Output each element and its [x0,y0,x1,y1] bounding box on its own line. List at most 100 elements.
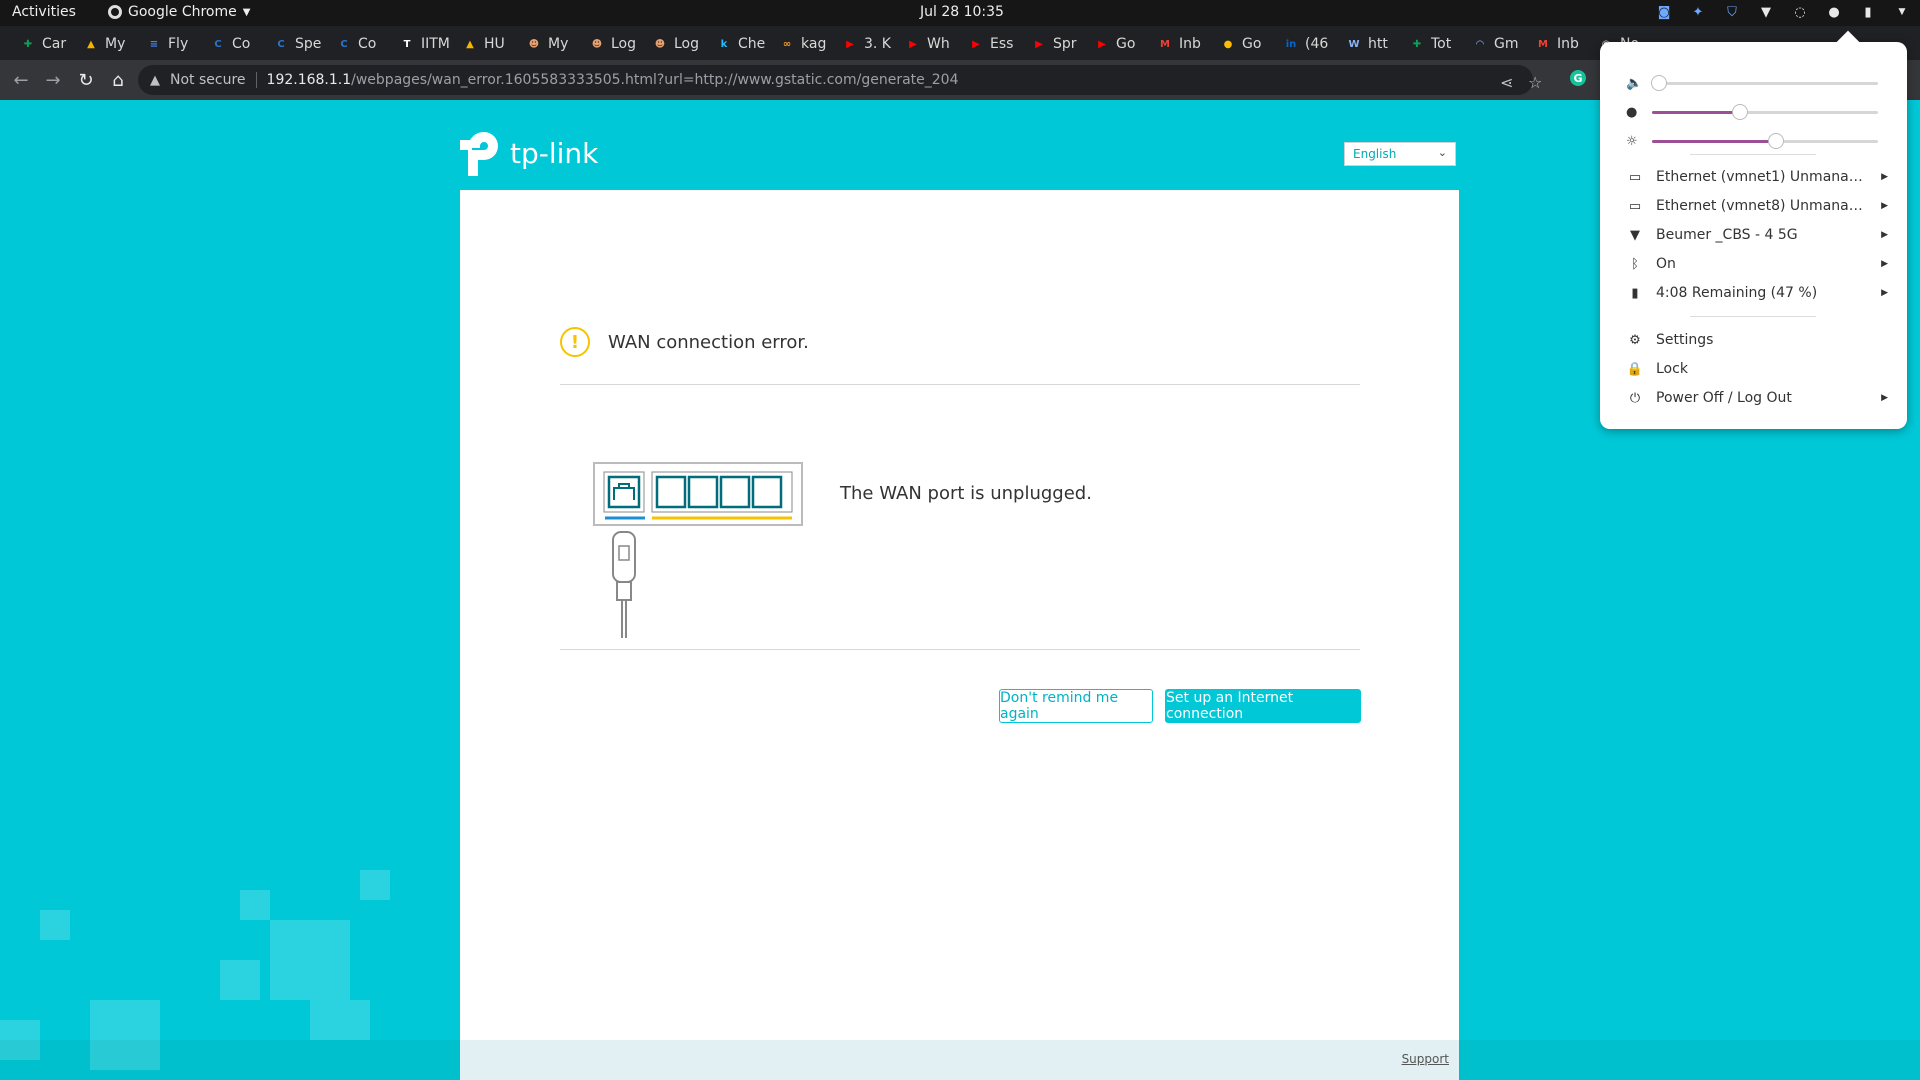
browser-tab[interactable]: ∞ kag [771,31,833,57]
decorative-pattern [310,1000,370,1040]
tab-label: htt [1368,36,1388,52]
microphone-slider-row: ● [1626,102,1888,122]
browser-tab[interactable]: ☻ My [518,31,580,57]
microphone-icon: ● [1626,104,1638,120]
browser-tab[interactable]: C Spe [265,31,327,57]
menu-item-power[interactable]: ⏻ Power Off / Log Out ▶ [1626,386,1888,410]
security-label[interactable]: Not secure [170,72,246,88]
menu-item-lock[interactable]: 🔒 Lock [1626,357,1888,381]
browser-tab[interactable]: ▶ Ess [960,31,1022,57]
sheets-icon: ✚ [1412,38,1422,50]
browser-tab[interactable]: ✚ Car [12,31,74,57]
menu-item-bluetooth[interactable]: ᛒ On ▶ [1626,252,1888,276]
browser-tab[interactable]: in (46 [1275,31,1337,57]
loading-icon: ◠ [1476,38,1484,50]
coursera-icon: C [277,38,285,50]
warning-icon[interactable]: ▲ [150,73,160,88]
bluetooth-icon: ᛒ [1631,256,1639,272]
chevron-down-icon[interactable]: ▼ [1894,3,1910,21]
browser-tab[interactable]: ▲ HU [454,31,516,57]
browser-tab[interactable]: ☻ Log [581,31,643,57]
chevron-right-icon: ▶ [1881,288,1888,298]
system-tray[interactable]: ◙ ✦ ⛉ ▼ ◌ ● ▮ ▼ [1656,3,1910,21]
keep-icon: ● [1223,38,1233,50]
browser-tab[interactable]: ▶ Wh [897,31,959,57]
home-icon[interactable]: ⌂ [106,68,130,92]
shield-icon[interactable]: ⛉ [1724,3,1740,21]
forward-icon[interactable]: → [41,68,65,92]
browser-tab[interactable]: ▲ My [75,31,137,57]
language-select[interactable]: English ⌄ [1344,142,1456,166]
grammarly-icon[interactable]: G [1570,70,1586,86]
browser-tab[interactable]: Whtt [1338,31,1400,57]
browser-tab[interactable]: M Inb [1149,31,1211,57]
brightness-knob[interactable] [1768,133,1785,149]
menu-item-ethernet[interactable]: ▭ Ethernet (vmnet1) Unmana… ▶ [1626,165,1888,189]
battery-icon[interactable]: ▮ [1860,3,1876,21]
browser-tab[interactable]: ▶ Spr [1023,31,1085,57]
infinity-icon: ∞ [782,38,792,50]
menu-item-gear[interactable]: ⚙ Settings [1626,328,1888,352]
card-footer: Support [460,1040,1459,1080]
browser-tab[interactable]: C Co [202,31,264,57]
content-card: ! WAN connection error. The WAN port is … [460,190,1459,1080]
back-icon[interactable]: ← [9,68,33,92]
coursera-icon: C [340,38,348,50]
browser-tab[interactable]: ☻ Log [644,31,706,57]
wifi-icon[interactable]: ▼ [1758,3,1774,21]
microphone-slider[interactable] [1652,104,1878,120]
menu-item-label: Settings [1656,332,1714,348]
address-bar[interactable]: ▲ Not secure 192.168.1.1 /webpages/wan_e… [138,65,1542,95]
browser-tab[interactable]: ▶ 3. K [834,31,896,57]
browser-tab[interactable]: T IITM [391,31,453,57]
youtube-icon: ▶ [1098,38,1106,50]
volume-knob[interactable] [1650,75,1667,91]
browser-tab[interactable]: ✚ Tot [1401,31,1463,57]
menu-item-battery[interactable]: ▮ 4:08 Remaining (47 %) ▶ [1626,281,1888,305]
notifications-muted-icon[interactable]: ◌ [1792,3,1808,21]
error-header: ! WAN connection error. [560,327,809,357]
tab-label: IITM [421,36,450,52]
activities-button[interactable]: Activities [12,4,76,20]
browser-tab[interactable]: ◠ Gm [1464,31,1526,57]
menu-item-wifi[interactable]: ▼ Beumer _CBS - 4 5G ▶ [1626,223,1888,247]
browser-tab[interactable]: ≡ Fly [138,31,200,57]
clock[interactable]: Jul 28 10:35 [920,4,1004,20]
browser-tab[interactable]: ▶ Go [1086,31,1148,57]
app-name-label: Google Chrome [128,4,237,20]
divider [255,72,257,88]
browser-tab[interactable]: M Inb [1527,31,1589,57]
logo-text: tp-link [510,136,599,170]
brightness-slider-row: ☼ [1626,131,1888,151]
share-icon[interactable]: ⋖ [1500,73,1513,92]
setup-internet-button[interactable]: Set up an Internet connection [1165,689,1361,723]
volume-slider[interactable] [1650,75,1878,91]
ethernet-icon: ▭ [1628,198,1642,214]
reload-icon[interactable]: ↻ [74,68,98,92]
dont-remind-button[interactable]: Don't remind me again [999,689,1153,723]
tp-link-logo: tp-link [460,128,598,178]
microphone-knob[interactable] [1732,104,1749,120]
chevron-right-icon: ▶ [1881,201,1888,211]
microphone-fill [1652,111,1741,114]
menu-separator [1690,154,1816,155]
browser-tab[interactable]: k Che [708,31,770,57]
decorative-pattern [360,870,390,900]
menu-item-label: Power Off / Log Out [1656,390,1792,406]
volume-icon: 🔈 [1626,75,1643,91]
chat-icon[interactable]: ◙ [1656,3,1672,21]
tp-link-logo-icon [460,131,498,176]
browser-tab[interactable]: C Co [328,31,390,57]
tab-label: My [105,36,126,52]
support-link[interactable]: Support [1402,1052,1449,1066]
face-icon: ☻ [591,38,603,50]
browser-tab[interactable]: ● Go [1212,31,1274,57]
unplugged-message: The WAN port is unplugged. [840,483,1092,504]
menu-item-ethernet[interactable]: ▭ Ethernet (vmnet8) Unmana… ▶ [1626,194,1888,218]
microphone-icon[interactable]: ● [1826,3,1842,21]
app-menu[interactable]: Google Chrome ▼ [108,4,250,20]
brightness-slider[interactable] [1652,133,1878,149]
w-icon: W [1348,38,1360,50]
star-icon[interactable]: ☆ [1528,73,1542,92]
teams-icon[interactable]: ✦ [1690,3,1706,21]
